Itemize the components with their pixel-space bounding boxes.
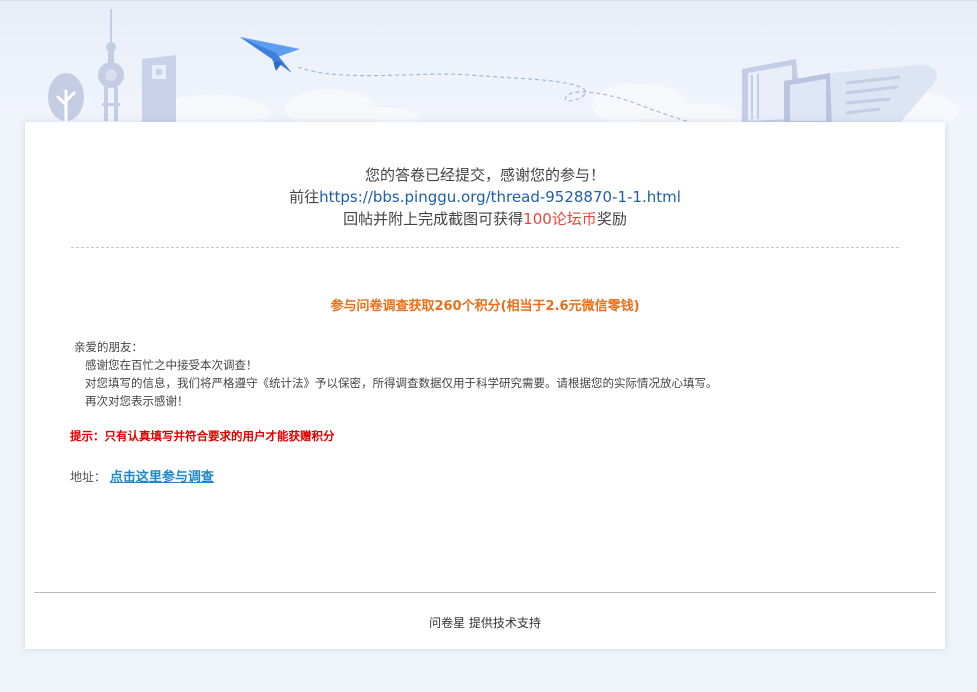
thank-you-message: 您的答卷已经提交，感谢您的参与！ 前往https://bbs.pinggu.or… xyxy=(25,164,945,230)
result-card: 您的答卷已经提交，感谢您的参与！ 前往https://bbs.pinggu.or… xyxy=(25,122,945,649)
address-label: 地址： xyxy=(70,470,107,484)
paper-plane-icon: ☆ xyxy=(240,37,300,73)
banner-illustration: ☆ xyxy=(48,9,960,131)
footer: 问卷星 提供技术支持 xyxy=(25,614,945,631)
promo-title: 参与问卷调查获取260个积分(相当于2.6元微信零钱) xyxy=(330,299,640,314)
forum-thread-link[interactable]: https://bbs.pinggu.org/thread-9528870-1-… xyxy=(319,188,681,206)
tv-tower-icon xyxy=(98,9,124,121)
forum-link-prefix: 前往 xyxy=(289,188,320,206)
header-banner: ☆ xyxy=(0,0,977,131)
footer-brand-link[interactable]: 问卷星 xyxy=(429,616,465,630)
letter-line: 感谢您在百忙之中接受本次调查！ xyxy=(85,358,258,372)
building-icon xyxy=(142,55,176,123)
submitted-notice: 您的答卷已经提交，感谢您的参与！ xyxy=(364,166,605,184)
reward-suffix: 奖励 xyxy=(596,210,627,228)
reward-amount: 100论坛币 xyxy=(523,210,597,228)
reward-line: 回帖并附上完成截图可获得100论坛币奖励 xyxy=(25,208,945,230)
letter-body: 亲爱的朋友： 感谢您在百忙之中接受本次调查！ 对您填写的信息，我们将严格遵守《统… xyxy=(74,338,718,410)
letter-line: 再次对您表示感谢！ xyxy=(85,394,189,408)
survey-link[interactable]: 点击这里参与调查 xyxy=(110,470,214,485)
books-icon xyxy=(742,59,832,123)
svg-text:☆: ☆ xyxy=(268,58,276,68)
reward-prefix: 回帖并附上完成截图可获得 xyxy=(343,210,524,228)
forum-link-line: 前往https://bbs.pinggu.org/thread-9528870-… xyxy=(25,186,945,208)
dashed-divider xyxy=(71,247,899,248)
footer-support-text: 提供技术支持 xyxy=(465,616,541,630)
letter-salutation: 亲爱的朋友： xyxy=(74,340,143,354)
tree-icon xyxy=(48,73,84,123)
eligibility-tip: 提示：只有认真填写并符合要求的用户才能获赠积分 xyxy=(70,429,335,443)
survey-address: 地址： 点击这里参与调查 xyxy=(70,466,214,485)
footer-divider xyxy=(34,592,936,593)
letter-line: 对您填写的信息，我们将严格遵守《统计法》予以保密，所得调查数据仅用于科学研究需要… xyxy=(85,376,718,390)
